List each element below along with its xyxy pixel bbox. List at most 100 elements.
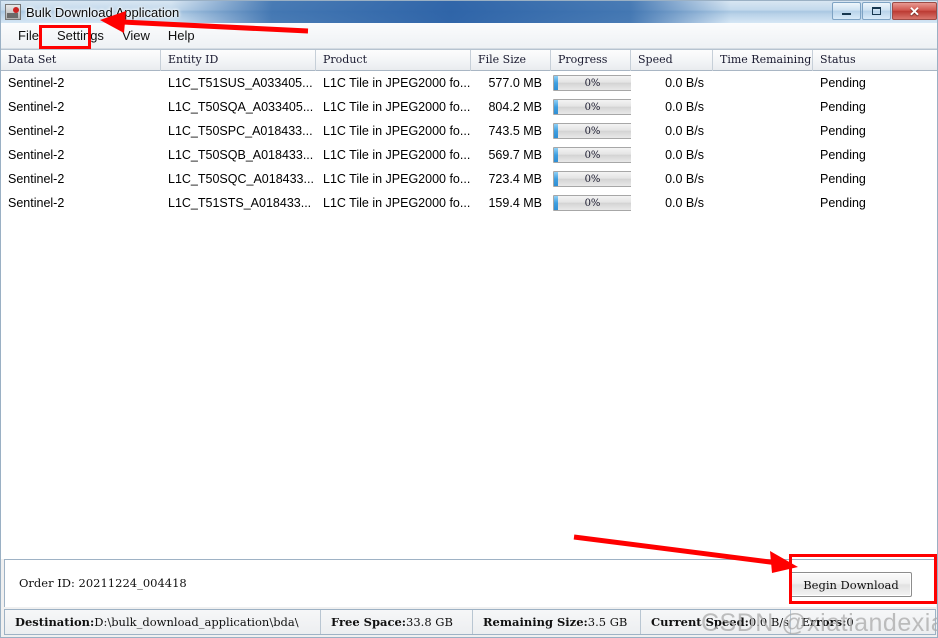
begin-download-button[interactable]: Begin Download: [790, 572, 912, 597]
progress-bar-label: 0%: [584, 102, 601, 113]
column-header-product[interactable]: Product: [316, 50, 471, 71]
status-cell-label: Errors:: [801, 615, 847, 629]
cell-speed: 0.0 B/s: [665, 124, 704, 138]
status-cell-free-space: Free Space: 33.8 GB: [321, 610, 473, 634]
cell-progress: 0%: [551, 95, 631, 119]
table-row[interactable]: Sentinel-2 L1C_T51STS_A018433... L1C Tile …: [1, 191, 937, 215]
column-header-file-size[interactable]: File Size: [471, 50, 551, 71]
table-row[interactable]: Sentinel-2 L1C_T50SQA_A033405... L1C Tile …: [1, 95, 937, 119]
cell-file-size: 804.2 MB: [488, 100, 542, 114]
close-button[interactable]: ✕: [892, 2, 937, 20]
cell-time-remaining: [713, 71, 813, 95]
cell-progress: 0%: [551, 71, 631, 95]
progress-bar-label: 0%: [584, 150, 601, 161]
cell-product: L1C Tile in JPEG2000 fo...: [323, 172, 471, 186]
maximize-button[interactable]: [862, 2, 891, 20]
cell-data-set: Sentinel-2: [8, 124, 65, 138]
status-cell-value: 0: [846, 615, 854, 629]
status-cell-value: 3.5 GB: [587, 615, 628, 629]
cell-progress: 0%: [551, 143, 631, 167]
menu-item-view[interactable]: View: [113, 25, 159, 46]
table-row[interactable]: Sentinel-2 L1C_T51SUS_A033405... L1C Tile …: [1, 71, 937, 95]
cell-data-set: Sentinel-2: [8, 148, 65, 162]
cell-data-set: Sentinel-2: [8, 196, 65, 210]
status-cell-label: Destination:: [15, 615, 95, 629]
cell-progress: 0%: [551, 191, 631, 215]
cell-entity-id: L1C_T50SQA_A033405...: [168, 100, 314, 114]
table-row[interactable]: Sentinel-2 L1C_T50SQC_A018433... L1C Tile …: [1, 167, 937, 191]
status-cell-remaining-size: Remaining Size: 3.5 GB: [473, 610, 641, 634]
progress-bar-label: 0%: [584, 126, 601, 137]
window-title: Bulk Download Application: [26, 4, 180, 20]
cell-file-size: 743.5 MB: [488, 124, 542, 138]
cell-product: L1C Tile in JPEG2000 fo...: [323, 100, 471, 114]
close-icon: ✕: [909, 3, 920, 19]
status-cell-value: 0.0 B/s: [748, 615, 790, 629]
column-header-status[interactable]: Status: [813, 50, 937, 71]
cell-data-set: Sentinel-2: [8, 100, 65, 114]
column-header-data-set[interactable]: Data Set: [1, 50, 161, 71]
progress-bar: 0%: [553, 99, 631, 115]
cell-progress: 0%: [551, 119, 631, 143]
cell-file-size: 569.7 MB: [488, 148, 542, 162]
cell-time-remaining: [713, 167, 813, 191]
application-window: Bulk Download Application ✕ File Setting…: [0, 0, 938, 638]
table-row[interactable]: Sentinel-2 L1C_T50SQB_A018433... L1C Tile …: [1, 143, 937, 167]
cell-speed: 0.0 B/s: [665, 148, 704, 162]
title-bar-gradient: [171, 1, 731, 23]
table-row[interactable]: Sentinel-2 L1C_T50SPC_A018433... L1C Tile …: [1, 119, 937, 143]
cell-entity-id: L1C_T51STS_A018433...: [168, 196, 312, 210]
column-header-speed[interactable]: Speed: [631, 50, 713, 71]
progress-bar: 0%: [553, 195, 631, 211]
menu-item-settings[interactable]: Settings: [48, 25, 113, 46]
menu-item-file[interactable]: File: [9, 25, 48, 46]
status-cell-label: Remaining Size:: [483, 615, 588, 629]
column-header-entity-id[interactable]: Entity ID: [161, 50, 316, 71]
status-cell-errors: Errors: 0: [791, 610, 933, 634]
progress-bar-label: 0%: [584, 198, 601, 209]
progress-bar-label: 0%: [584, 174, 601, 185]
progress-bar: 0%: [553, 123, 631, 139]
menu-bar: File Settings View Help: [1, 23, 937, 49]
cell-product: L1C Tile in JPEG2000 fo...: [323, 124, 471, 138]
cell-status: Pending: [820, 196, 866, 210]
cell-status: Pending: [820, 124, 866, 138]
order-id-text: Order ID: 20211224_004418: [19, 576, 187, 590]
column-header-progress[interactable]: Progress: [551, 50, 631, 71]
progress-bar: 0%: [553, 75, 631, 91]
cell-entity-id: L1C_T50SQB_A018433...: [168, 148, 314, 162]
cell-time-remaining: [713, 119, 813, 143]
cell-file-size: 723.4 MB: [488, 172, 542, 186]
cell-entity-id: L1C_T50SQC_A018433...: [168, 172, 314, 186]
cell-status: Pending: [820, 100, 866, 114]
cell-speed: 0.0 B/s: [665, 100, 704, 114]
cell-product: L1C Tile in JPEG2000 fo...: [323, 148, 471, 162]
cell-entity-id: L1C_T50SPC_A018433...: [168, 124, 313, 138]
cell-status: Pending: [820, 76, 866, 90]
status-cell-label: Current Speed:: [651, 615, 749, 629]
cell-speed: 0.0 B/s: [665, 172, 704, 186]
cell-data-set: Sentinel-2: [8, 172, 65, 186]
status-cell-label: Free Space:: [331, 615, 407, 629]
cell-product: L1C Tile in JPEG2000 fo...: [323, 196, 471, 210]
title-bar: Bulk Download Application ✕: [1, 1, 937, 23]
app-window-icon: [5, 4, 21, 20]
minimize-button[interactable]: [832, 2, 861, 20]
table-header-row: Data Set Entity ID Product File Size Progres…: [1, 50, 937, 71]
cell-speed: 0.0 B/s: [665, 76, 704, 90]
cell-speed: 0.0 B/s: [665, 196, 704, 210]
column-header-time-remaining[interactable]: Time Remaining: [713, 50, 813, 71]
status-bar: Destination: D:\bulk_download_applicatio…: [4, 609, 936, 635]
cell-product: L1C Tile in JPEG2000 fo...: [323, 76, 471, 90]
progress-bar: 0%: [553, 147, 631, 163]
cell-time-remaining: [713, 95, 813, 119]
window-controls: ✕: [831, 2, 937, 20]
cell-entity-id: L1C_T51SUS_A033405...: [168, 76, 313, 90]
progress-bar-label: 0%: [584, 78, 601, 89]
menu-item-help[interactable]: Help: [159, 25, 204, 46]
table-body: Sentinel-2 L1C_T51SUS_A033405... L1C Tile …: [1, 71, 937, 215]
cell-file-size: 159.4 MB: [488, 196, 542, 210]
progress-bar: 0%: [553, 171, 631, 187]
status-cell-value: D:\bulk_download_application\bda\: [94, 615, 299, 629]
cell-status: Pending: [820, 172, 866, 186]
